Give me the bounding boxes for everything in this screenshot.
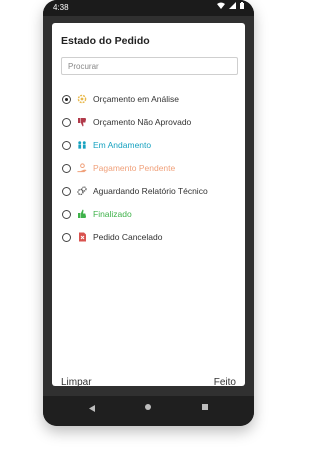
status-option-label: Orçamento em Análise [93,94,179,104]
status-option[interactable]: Em Andamento [62,137,151,153]
status-bar: 4:38 [43,0,254,16]
status-option-label: Finalizado [93,209,132,219]
hand-coins-icon [77,163,87,173]
back-icon[interactable] [89,405,95,412]
status-option[interactable]: Finalizado [62,206,132,222]
status-time: 4:38 [53,3,69,12]
order-status-dialog: Estado do Pedido Orçamento em Análise Orç… [52,23,245,388]
radio-button[interactable] [62,94,71,104]
home-icon[interactable] [145,404,151,410]
radio-button[interactable] [62,117,71,127]
status-icons [217,2,244,9]
clear-button[interactable]: Limpar [61,377,92,388]
radio-button[interactable] [62,232,71,242]
status-option[interactable]: Aguardando Relatório Técnico [62,183,208,199]
radio-button[interactable] [62,163,71,173]
status-option-label: Aguardando Relatório Técnico [93,186,208,196]
radio-button[interactable] [62,140,71,150]
search-input[interactable] [61,57,238,75]
status-option[interactable]: Orçamento Não Aprovado [62,114,191,130]
wifi-icon [217,2,225,9]
phone-frame: 4:38 Estado do Pedido Orçamento em Análi… [43,0,254,426]
cancel-document-icon [77,232,87,242]
done-button[interactable]: Feito [214,377,236,388]
status-option[interactable]: Pagamento Pendente [62,160,175,176]
workers-icon [77,140,87,150]
status-option-label: Pagamento Pendente [93,163,176,173]
status-option-label: Pedido Cancelado [93,232,163,242]
status-option[interactable]: Pedido Cancelado [62,229,162,245]
thumbs-down-icon [77,117,87,127]
thumbs-up-icon [77,209,87,219]
battery-icon [240,2,244,9]
radio-button[interactable] [62,186,71,196]
status-option-label: Orçamento Não Aprovado [93,117,192,127]
android-nav-bar [43,396,254,426]
signal-icon [229,2,236,9]
gear-clock-icon [77,94,87,104]
radio-button[interactable] [62,209,71,219]
status-option[interactable]: Orçamento em Análise [62,91,179,107]
recent-apps-icon[interactable] [202,404,208,410]
gears-icon [77,186,87,196]
app-screen: Estado do Pedido Orçamento em Análise Orç… [43,16,254,396]
dialog-title: Estado do Pedido [61,35,150,47]
status-option-label: Em Andamento [93,140,152,150]
